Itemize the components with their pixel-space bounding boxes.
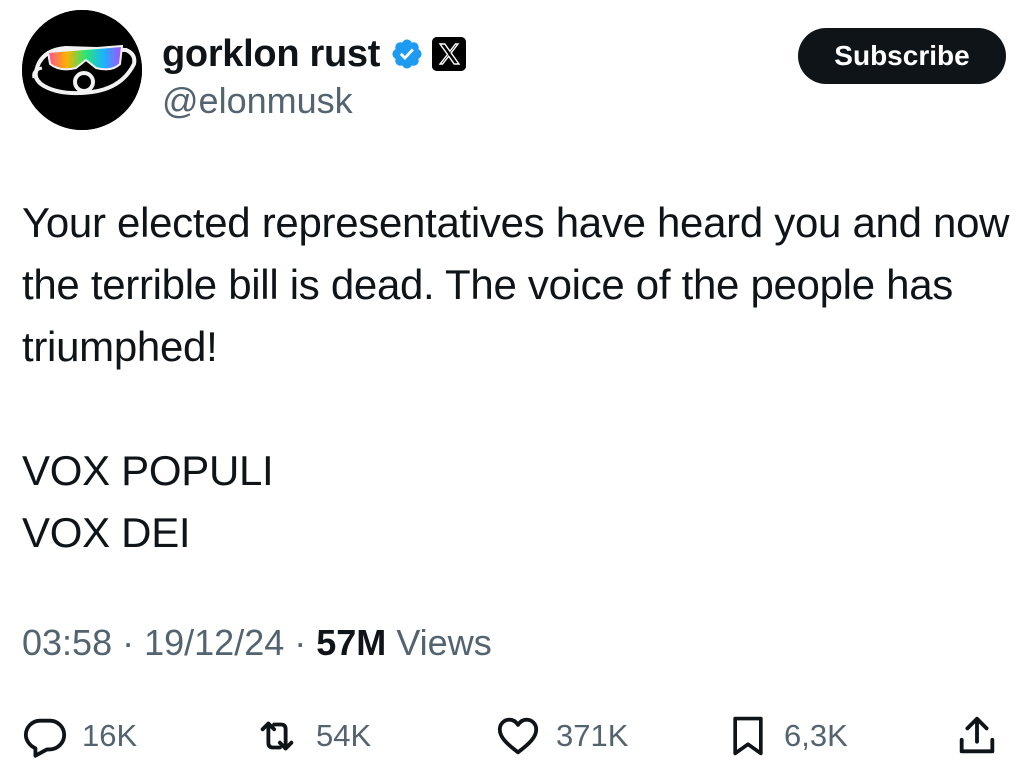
share-button[interactable] bbox=[954, 708, 1000, 764]
tweet-header: gorklon rust @elonmusk Subscribe bbox=[22, 10, 1006, 130]
bookmark-count: 6,3K bbox=[784, 718, 848, 753]
meta-separator: · bbox=[122, 622, 145, 663]
repost-icon bbox=[260, 721, 294, 751]
display-name[interactable]: gorklon rust bbox=[162, 33, 380, 76]
like-count: 371K bbox=[556, 718, 629, 753]
sunglasses-face-avatar-icon bbox=[22, 10, 142, 130]
tweet-paragraph: Your elected representatives have heard … bbox=[22, 199, 1010, 370]
repost-button[interactable]: 54K bbox=[252, 708, 371, 764]
share-icon bbox=[959, 716, 995, 754]
tweet-time[interactable]: 03:58 bbox=[22, 622, 112, 663]
tweet-metadata: 03:58 · 19/12/24 · 57M Views bbox=[22, 622, 492, 664]
reply-count: 16K bbox=[82, 718, 138, 753]
bookmark-icon bbox=[733, 716, 763, 756]
repost-count: 54K bbox=[316, 718, 372, 753]
subscribe-button[interactable]: Subscribe bbox=[798, 28, 1006, 84]
views-label: Views bbox=[396, 622, 492, 663]
like-button[interactable]: 371K bbox=[494, 708, 628, 764]
tweet-card: gorklon rust @elonmusk Subscribe Your el… bbox=[0, 0, 1024, 782]
name-row: gorklon rust bbox=[162, 28, 467, 80]
tweet-line-vox-dei: VOX DEI bbox=[22, 509, 191, 556]
verified-badge-icon[interactable] bbox=[390, 37, 424, 71]
tweet-line-vox-populi: VOX POPULI bbox=[22, 447, 274, 494]
meta-separator: · bbox=[294, 622, 317, 663]
bookmark-button[interactable]: 6,3K bbox=[726, 708, 848, 764]
author-handle[interactable]: @elonmusk bbox=[162, 80, 353, 122]
action-bar: 16K 54K 371K 6,3K bbox=[0, 708, 1024, 764]
avatar[interactable] bbox=[22, 10, 142, 130]
tweet-text: Your elected representatives have heard … bbox=[22, 192, 1012, 564]
heart-icon bbox=[497, 717, 539, 755]
reply-button[interactable]: 16K bbox=[22, 708, 137, 764]
tweet-date[interactable]: 19/12/24 bbox=[144, 622, 284, 663]
x-logo-icon[interactable] bbox=[432, 37, 467, 71]
views-count: 57M bbox=[316, 622, 387, 663]
reply-icon bbox=[23, 718, 67, 758]
